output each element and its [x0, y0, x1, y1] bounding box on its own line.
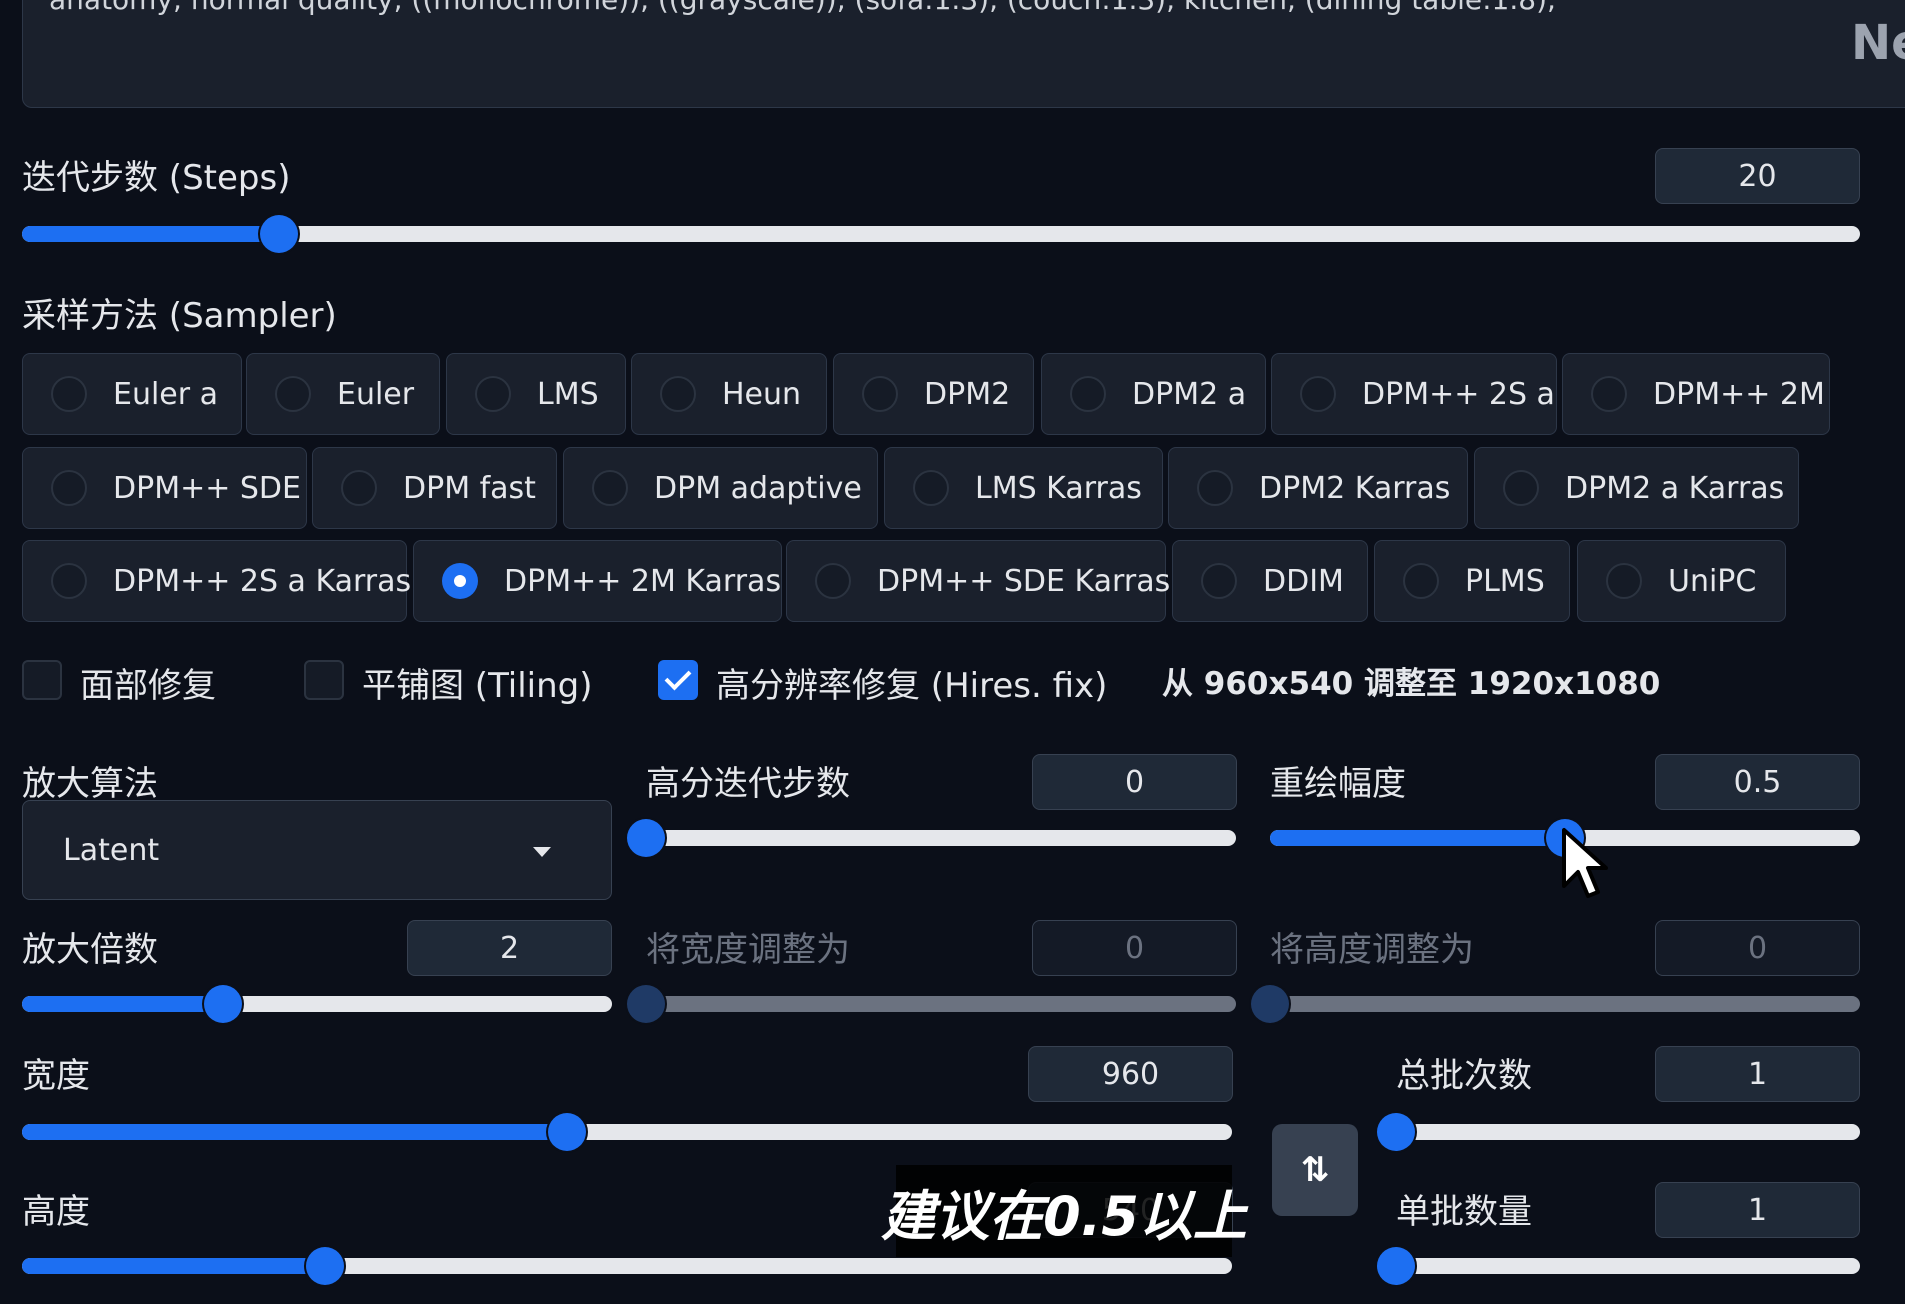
radio-icon	[1606, 563, 1642, 599]
swap-dimensions-button[interactable]: ⇅	[1272, 1124, 1358, 1216]
sampler-option-dpmpp-2m[interactable]: DPM++ 2M	[1562, 353, 1830, 435]
sampler-option-plms[interactable]: PLMS	[1374, 540, 1570, 622]
width-label: 宽度	[22, 1056, 90, 1096]
batch-size-slider[interactable]	[1377, 1236, 1860, 1296]
radio-icon	[1403, 563, 1439, 599]
hires-steps-slider[interactable]	[627, 808, 1236, 868]
radio-icon	[1070, 376, 1106, 412]
resize-width-label: 将宽度调整为	[646, 930, 850, 970]
radio-icon	[660, 376, 696, 412]
radio-icon	[1197, 470, 1233, 506]
radio-icon	[51, 470, 87, 506]
hires-steps-label: 高分迭代步数	[646, 764, 850, 804]
tiling-checkbox[interactable]	[304, 660, 344, 700]
sampler-option-dpm2-a[interactable]: DPM2 a	[1041, 353, 1266, 435]
batch-count-label: 总批次数	[1396, 1056, 1532, 1096]
width-input[interactable]: 960	[1028, 1046, 1233, 1102]
swap-dimensions-icon: ⇅	[1300, 1150, 1330, 1190]
radio-icon	[592, 470, 628, 506]
radio-icon	[862, 376, 898, 412]
sampler-option-dpm2-karras[interactable]: DPM2 Karras	[1168, 447, 1468, 529]
hires-steps-input[interactable]: 0	[1032, 754, 1237, 810]
mouse-cursor-icon	[1562, 828, 1608, 898]
width-slider-thumb[interactable]	[547, 1113, 586, 1151]
prompt-side-label: Ne	[1851, 15, 1905, 71]
upscaler-dropdown[interactable]: Latent	[22, 800, 612, 900]
sampler-option-euler[interactable]: Euler	[246, 353, 440, 435]
batch-count-slider[interactable]	[1377, 1102, 1860, 1162]
resize-width-input[interactable]: 0	[1032, 920, 1237, 976]
resize-width-slider[interactable]	[627, 974, 1236, 1034]
radio-icon	[275, 376, 311, 412]
sampler-option-dpmpp-sde[interactable]: DPM++ SDE	[22, 447, 307, 529]
face-restore-label: 面部修复	[80, 666, 216, 706]
sampler-option-lms[interactable]: LMS	[446, 353, 626, 435]
sampler-option-dpm2[interactable]: DPM2	[833, 353, 1034, 435]
resize-width-slider-thumb[interactable]	[627, 985, 665, 1023]
sampler-option-ddim[interactable]: DDIM	[1172, 540, 1368, 622]
radio-icon	[475, 376, 511, 412]
prompt-textarea[interactable]: anatomy, normal quality, ((monochrome)),…	[22, 0, 1905, 108]
sampler-option-unipc[interactable]: UniPC	[1577, 540, 1786, 622]
steps-label: 迭代步数 (Steps)	[22, 158, 291, 198]
height-label: 高度	[22, 1192, 90, 1232]
hires-fix-checkbox[interactable]	[658, 660, 698, 700]
batch-size-label: 单批数量	[1396, 1192, 1532, 1232]
radio-icon	[815, 563, 851, 599]
sampler-label: 采样方法 (Sampler)	[22, 296, 337, 336]
steps-slider-thumb[interactable]	[260, 215, 299, 253]
radio-icon	[1503, 470, 1539, 506]
radio-icon	[1591, 376, 1627, 412]
subtitle-text: 建议在0.5以上	[881, 1184, 1247, 1248]
prompt-text: anatomy, normal quality, ((monochrome)),…	[49, 0, 1556, 16]
resize-height-slider[interactable]	[1251, 974, 1860, 1034]
sampler-option-dpmpp-2m-karras[interactable]: DPM++ 2M Karras	[413, 540, 782, 622]
radio-icon	[51, 376, 87, 412]
batch-size-input[interactable]: 1	[1655, 1182, 1860, 1238]
sampler-option-dpm-adaptive[interactable]: DPM adaptive	[563, 447, 878, 529]
denoise-label: 重绘幅度	[1270, 764, 1406, 804]
radio-icon	[442, 563, 478, 599]
sampler-option-dpm-fast[interactable]: DPM fast	[312, 447, 557, 529]
radio-icon	[341, 470, 377, 506]
radio-icon	[1300, 376, 1336, 412]
sampler-option-dpmpp-2s-a-karras[interactable]: DPM++ 2S a Karras	[22, 540, 411, 622]
radio-icon	[51, 563, 87, 599]
radio-icon	[913, 470, 949, 506]
upscale-by-input[interactable]: 2	[407, 920, 612, 976]
sampler-option-dpm2-a-karras[interactable]: DPM2 a Karras	[1474, 447, 1799, 529]
hires-fix-label: 高分辨率修复 (Hires. fix)	[716, 666, 1108, 706]
sampler-option-dpmpp-sde-karras[interactable]: DPM++ SDE Karras	[786, 540, 1170, 622]
steps-input[interactable]: 20	[1655, 148, 1860, 204]
tiling-label: 平铺图 (Tiling)	[362, 666, 593, 706]
sampler-option-euler-a[interactable]: Euler a	[22, 353, 242, 435]
video-subtitle: 建议在0.5以上	[881, 1165, 1247, 1257]
hires-steps-slider-thumb[interactable]	[627, 819, 665, 857]
batch-count-slider-thumb[interactable]	[1377, 1113, 1415, 1151]
upscale-by-label: 放大倍数	[22, 930, 158, 970]
sampler-option-heun[interactable]: Heun	[631, 353, 827, 435]
upscaler-label: 放大算法	[22, 764, 158, 804]
steps-slider[interactable]	[22, 204, 1860, 264]
resize-height-label: 将高度调整为	[1270, 930, 1474, 970]
batch-size-slider-thumb[interactable]	[1377, 1247, 1415, 1285]
face-restore-checkbox[interactable]	[22, 660, 62, 700]
width-slider[interactable]	[22, 1102, 1232, 1162]
chevron-down-icon	[533, 847, 551, 857]
resize-info: 从 960x540 调整至 1920x1080	[1162, 666, 1661, 702]
radio-icon	[1201, 563, 1237, 599]
upscale-by-slider-thumb[interactable]	[203, 985, 242, 1023]
denoise-input[interactable]: 0.5	[1655, 754, 1860, 810]
height-slider-thumb[interactable]	[305, 1247, 344, 1285]
resize-height-slider-thumb[interactable]	[1251, 985, 1289, 1023]
sampler-option-dpmpp-2s-a[interactable]: DPM++ 2S a	[1271, 353, 1557, 435]
resize-height-input[interactable]: 0	[1655, 920, 1860, 976]
batch-count-input[interactable]: 1	[1655, 1046, 1860, 1102]
upscale-by-slider[interactable]	[22, 974, 612, 1034]
upscaler-value: Latent	[63, 833, 160, 868]
sampler-option-lms-karras[interactable]: LMS Karras	[884, 447, 1163, 529]
